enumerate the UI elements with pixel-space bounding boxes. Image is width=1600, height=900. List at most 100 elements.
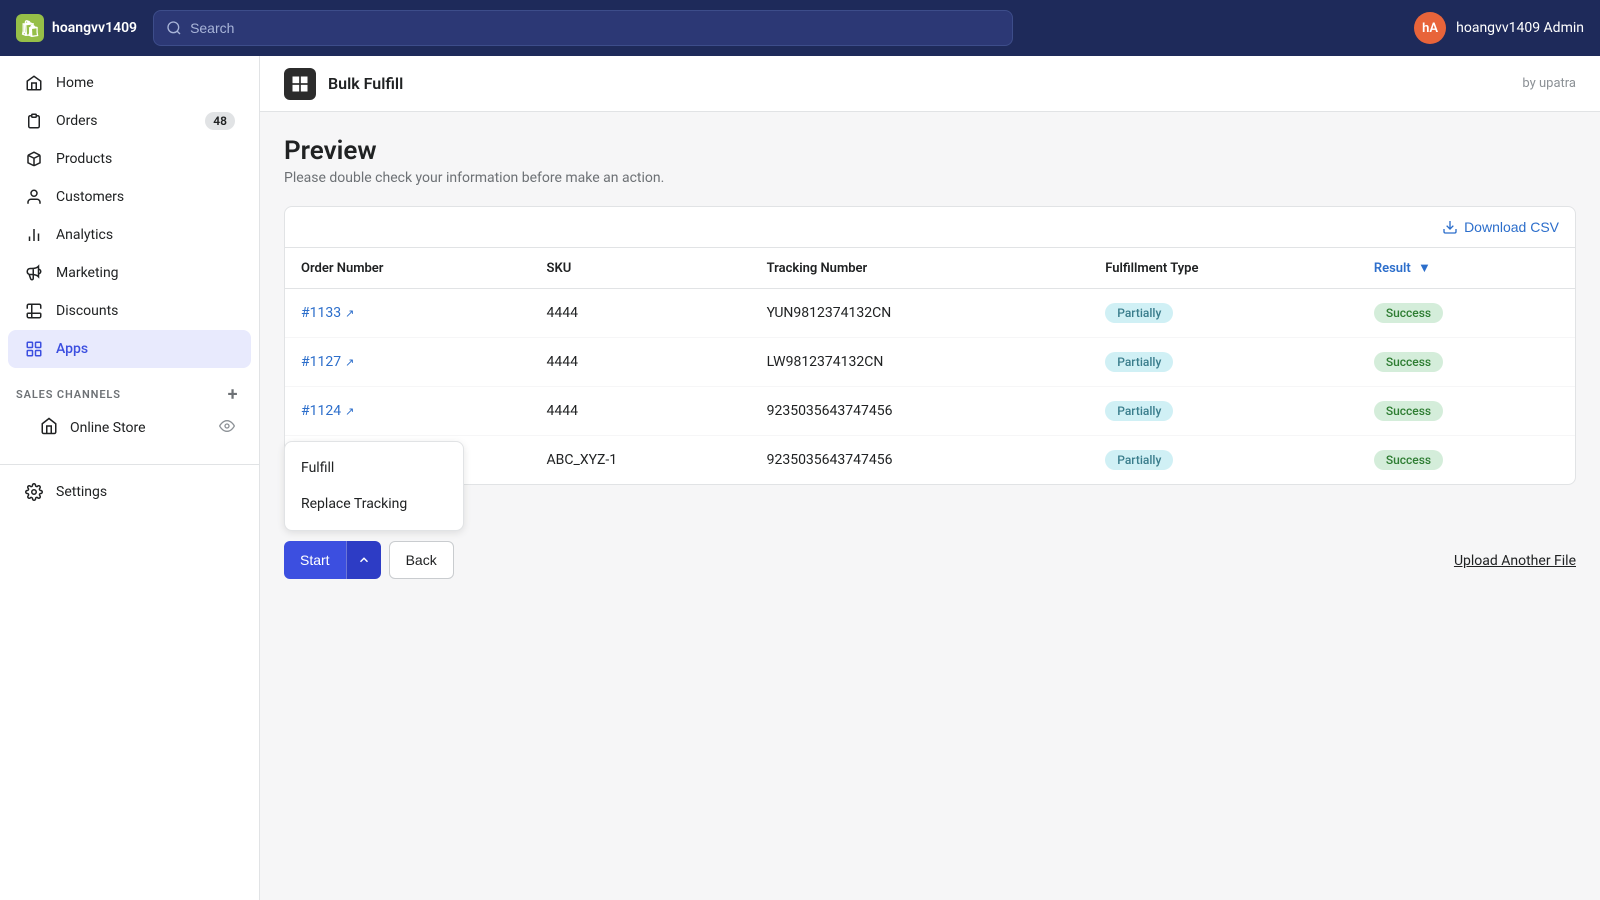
marketing-icon (24, 263, 44, 283)
cell-tracking: LW9812374132CN (751, 338, 1090, 387)
sidebar-item-orders[interactable]: Orders 48 (8, 102, 251, 140)
user-menu: hA hoangvv1409 Admin (1414, 12, 1584, 44)
bottom-area: Fulfill Replace Tracking Start Back Uplo… (260, 509, 1600, 603)
result-badge: Success (1374, 303, 1443, 323)
orders-icon (24, 111, 44, 131)
analytics-icon (24, 225, 44, 245)
start-button[interactable]: Start (284, 541, 346, 579)
table-body: #1133 ↗ 4444 YUN9812374132CN Partially S… (285, 289, 1575, 485)
col-fulfillment-type: Fulfillment Type (1089, 248, 1358, 289)
search-icon (166, 20, 182, 36)
sidebar-item-online-store[interactable]: Online Store (8, 408, 251, 448)
add-sales-channel-icon[interactable]: + (223, 384, 243, 404)
filter-icon: ▼ (1418, 260, 1431, 276)
shopify-icon: 🛍 (16, 14, 44, 42)
sidebar-item-analytics[interactable]: Analytics (8, 216, 251, 254)
sidebar-item-products[interactable]: Products (8, 140, 251, 178)
table-header: Order Number SKU Tracking Number Fulfill… (285, 248, 1575, 289)
eye-icon[interactable] (219, 418, 235, 438)
app-header: Bulk Fulfill by upatra (260, 56, 1600, 112)
sidebar-item-settings[interactable]: Settings (8, 473, 251, 511)
back-button[interactable]: Back (389, 541, 454, 579)
cell-result: Success (1358, 338, 1575, 387)
table-row: #1118 ↗ ABC_XYZ-1 9235035643747456 Parti… (285, 436, 1575, 485)
cell-sku: 4444 (531, 338, 751, 387)
external-link-icon: ↗ (345, 356, 354, 369)
start-button-group: Start (284, 541, 381, 579)
cell-fulfillment: Partially (1089, 338, 1358, 387)
table-row: #1124 ↗ 4444 9235035643747456 Partially … (285, 387, 1575, 436)
sidebar-item-label: Home (56, 75, 94, 91)
dropdown-item-fulfill[interactable]: Fulfill (285, 450, 463, 486)
online-store-icon (40, 417, 58, 439)
result-badge: Success (1374, 401, 1443, 421)
customers-icon (24, 187, 44, 207)
apps-icon (24, 339, 44, 359)
cell-sku: 4444 (531, 289, 751, 338)
sidebar-item-label: Orders (56, 113, 98, 129)
user-label: hoangvv1409 Admin (1456, 20, 1584, 36)
online-store-label: Online Store (70, 420, 146, 436)
sidebar: Home Orders 48 Products Customers Anal (0, 56, 260, 900)
result-label: Result (1374, 261, 1411, 276)
fulfillment-badge: Partially (1105, 450, 1173, 470)
sidebar-item-label: Analytics (56, 227, 113, 243)
sidebar-item-label: Discounts (56, 303, 118, 319)
sales-channels-section: SALES CHANNELS + (0, 368, 259, 408)
cell-sku: 4444 (531, 387, 751, 436)
fulfillment-badge: Partially (1105, 352, 1173, 372)
table-row: #1133 ↗ 4444 YUN9812374132CN Partially S… (285, 289, 1575, 338)
cell-tracking: 9235035643747456 (751, 436, 1090, 485)
download-csv-button[interactable]: Download CSV (1442, 219, 1559, 235)
store-logo[interactable]: 🛍 hoangvv1409 (16, 14, 137, 42)
settings-icon (24, 482, 44, 502)
order-link[interactable]: #1124 ↗ (301, 403, 515, 419)
start-dropdown-arrow[interactable] (346, 541, 381, 579)
sidebar-item-discounts[interactable]: Discounts (8, 292, 251, 330)
by-label: by upatra (1522, 76, 1576, 91)
sidebar-item-apps[interactable]: Apps (8, 330, 251, 368)
order-link[interactable]: #1127 ↗ (301, 354, 515, 370)
dropdown-item-replace-tracking[interactable]: Replace Tracking (285, 486, 463, 522)
result-badge: Success (1374, 352, 1443, 372)
sidebar-item-marketing[interactable]: Marketing (8, 254, 251, 292)
cell-order: #1124 ↗ (285, 387, 531, 436)
result-badge: Success (1374, 450, 1443, 470)
upload-another-link[interactable]: Upload Another File (1454, 553, 1576, 569)
page-title: Preview (284, 136, 1576, 166)
fulfillment-badge: Partially (1105, 401, 1173, 421)
store-name: hoangvv1409 (52, 20, 137, 36)
products-icon (24, 149, 44, 169)
action-buttons: Start Back (284, 541, 1576, 579)
cell-result: Success (1358, 436, 1575, 485)
search-input[interactable] (190, 20, 1000, 36)
top-navigation: 🛍 hoangvv1409 hA hoangvv1409 Admin (0, 0, 1600, 56)
search-bar[interactable] (153, 10, 1013, 46)
download-icon (1442, 219, 1458, 235)
sidebar-item-customers[interactable]: Customers (8, 178, 251, 216)
main-content: Bulk Fulfill by upatra Preview Please do… (260, 56, 1600, 900)
cell-tracking: YUN9812374132CN (751, 289, 1090, 338)
discounts-icon (24, 301, 44, 321)
external-link-icon: ↗ (345, 307, 354, 320)
cell-fulfillment: Partially (1089, 436, 1358, 485)
cell-result: Success (1358, 387, 1575, 436)
start-label: Start (300, 552, 330, 568)
sidebar-item-home[interactable]: Home (8, 64, 251, 102)
app-header-left: Bulk Fulfill (284, 68, 403, 100)
sales-channels-label: SALES CHANNELS (16, 388, 121, 401)
home-icon (24, 73, 44, 93)
fulfillment-badge: Partially (1105, 303, 1173, 323)
avatar[interactable]: hA (1414, 12, 1446, 44)
app-title: Bulk Fulfill (328, 74, 403, 93)
cell-result: Success (1358, 289, 1575, 338)
page-subtitle: Please double check your information bef… (284, 170, 1576, 186)
dropdown-menu: Fulfill Replace Tracking (284, 441, 464, 531)
bulk-fulfill-icon (290, 74, 310, 94)
order-link[interactable]: #1133 ↗ (301, 305, 515, 321)
cell-tracking: 9235035643747456 (751, 387, 1090, 436)
sidebar-item-label: Marketing (56, 265, 119, 281)
download-csv-label: Download CSV (1464, 219, 1559, 235)
col-result[interactable]: Result ▼ (1358, 248, 1575, 289)
preview-table-card: Download CSV Order Number SKU Tracking N… (284, 206, 1576, 485)
